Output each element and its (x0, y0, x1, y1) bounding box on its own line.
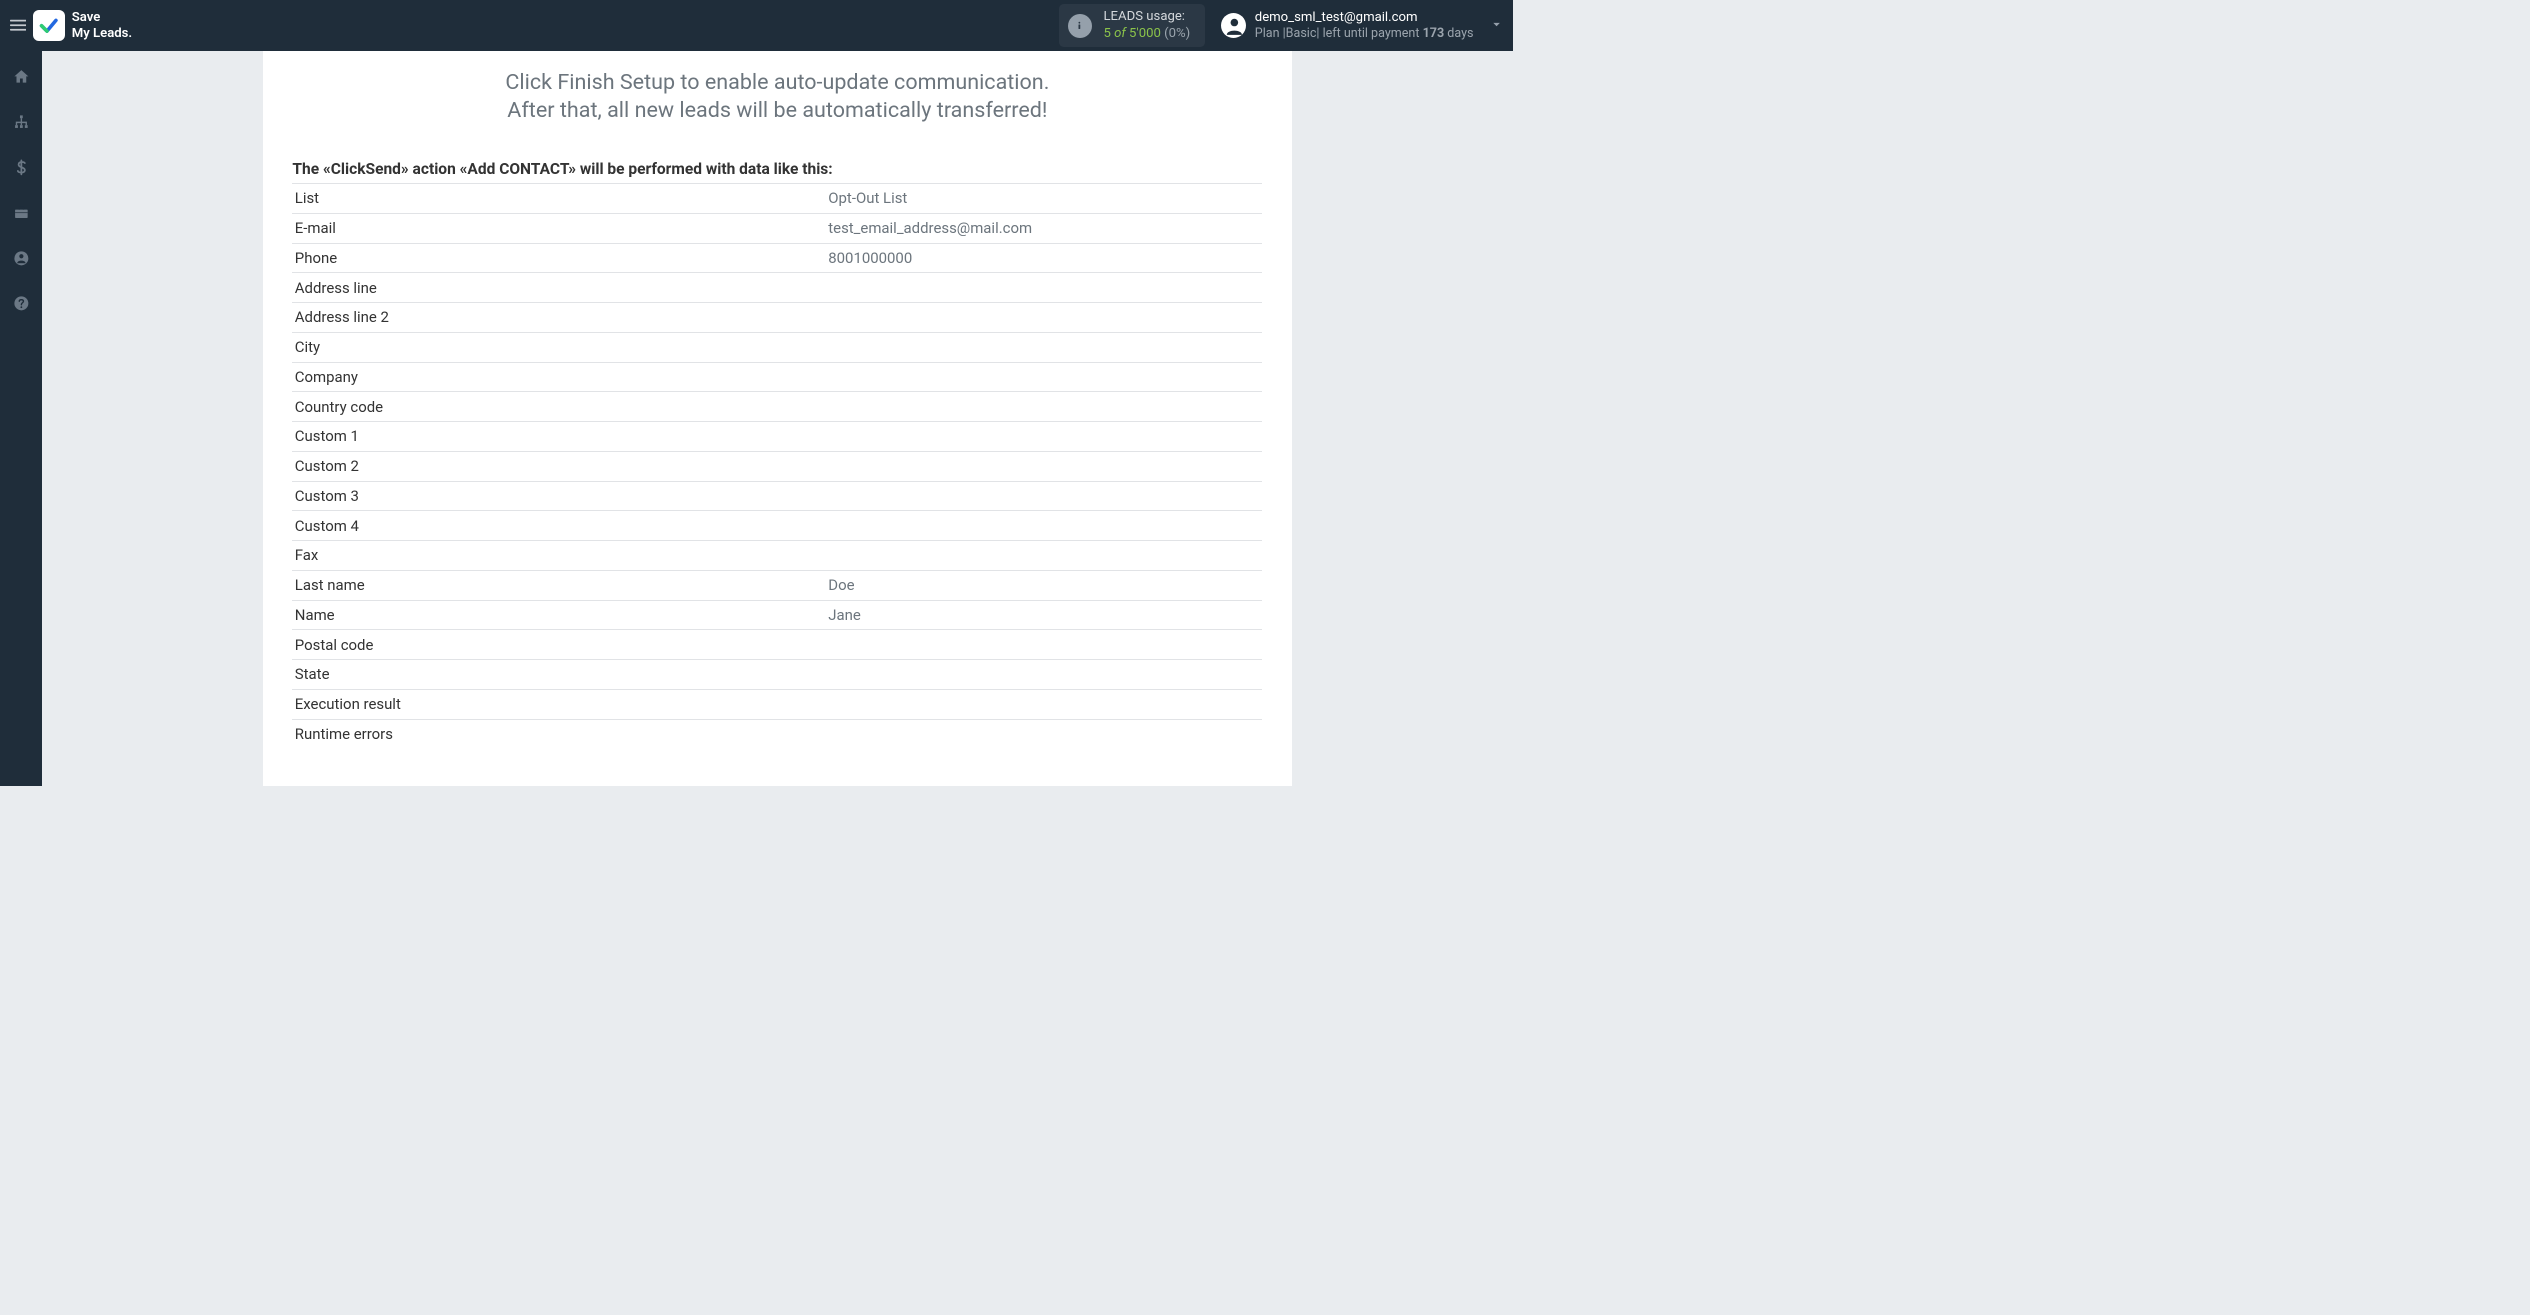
field-value (826, 719, 1263, 748)
table-row: Company (292, 362, 1262, 392)
logo-mark-icon (33, 10, 64, 41)
field-value (826, 392, 1263, 422)
table-row: Custom 2 (292, 451, 1262, 481)
field-key: Phone (292, 243, 825, 273)
field-value (826, 541, 1263, 571)
table-row: Postal code (292, 630, 1262, 660)
usage-indicator[interactable]: LEADS usage: 5 of 5'000 (0%) (1059, 4, 1204, 47)
nav-billing[interactable] (8, 154, 34, 180)
field-value (826, 689, 1263, 719)
table-row: Custom 4 (292, 511, 1262, 541)
chevron-down-icon (1490, 18, 1503, 34)
field-value (826, 362, 1263, 392)
field-value (826, 630, 1263, 660)
field-key: Address line 2 (292, 303, 825, 333)
field-value (826, 273, 1263, 303)
logo-text: Save My Leads. (72, 10, 132, 41)
sidebar (0, 51, 42, 786)
account-menu[interactable]: demo_sml_test@gmail.com Plan |Basic| lef… (1221, 10, 1503, 41)
field-key: Country code (292, 392, 825, 422)
field-value: Doe (826, 570, 1263, 600)
field-key: Execution result (292, 689, 825, 719)
hamburger-menu-button[interactable] (5, 13, 31, 39)
nav-account[interactable] (8, 245, 34, 271)
table-row: Custom 3 (292, 481, 1262, 511)
field-key: Custom 3 (292, 481, 825, 511)
account-text: demo_sml_test@gmail.com Plan |Basic| lef… (1255, 10, 1474, 41)
table-row: Runtime errors (292, 719, 1262, 748)
table-row: Country code (292, 392, 1262, 422)
table-row: Custom 1 (292, 422, 1262, 452)
field-value (826, 481, 1263, 511)
table-row: Last nameDoe (292, 570, 1262, 600)
table-row: State (292, 660, 1262, 690)
field-key: Runtime errors (292, 719, 825, 748)
field-key: Name (292, 600, 825, 630)
section-title: The «ClickSend» action «Add CONTACT» wil… (292, 160, 1262, 178)
info-icon (1068, 14, 1092, 38)
field-key: Fax (292, 541, 825, 571)
field-value (826, 451, 1263, 481)
topbar: Save My Leads. LEADS usage: 5 of 5'000 (… (0, 0, 1513, 51)
nav-home[interactable] (8, 63, 34, 89)
field-key: Custom 2 (292, 451, 825, 481)
nav-help[interactable] (8, 290, 34, 316)
field-value: 8001000000 (826, 243, 1263, 273)
table-row: ListOpt-Out List (292, 184, 1262, 214)
panel-heading: Click Finish Setup to enable auto-update… (292, 69, 1262, 124)
nav-briefcase[interactable] (8, 200, 34, 226)
table-row: Fax (292, 541, 1262, 571)
field-value: Jane (826, 600, 1263, 630)
field-value (826, 422, 1263, 452)
table-row: Address line (292, 273, 1262, 303)
field-key: Address line (292, 273, 825, 303)
field-key: Custom 4 (292, 511, 825, 541)
logo[interactable]: Save My Leads. (33, 10, 132, 41)
field-key: Postal code (292, 630, 825, 660)
setup-panel: Click Finish Setup to enable auto-update… (263, 51, 1293, 786)
content-area: Click Finish Setup to enable auto-update… (42, 51, 1513, 786)
field-key: List (292, 184, 825, 214)
field-key: State (292, 660, 825, 690)
table-row: Execution result (292, 689, 1262, 719)
field-value (826, 660, 1263, 690)
data-preview-table: ListOpt-Out ListE-mailtest_email_address… (292, 183, 1262, 748)
field-value (826, 332, 1263, 362)
avatar-icon (1221, 13, 1246, 38)
field-key: Last name (292, 570, 825, 600)
field-value: Opt-Out List (826, 184, 1263, 214)
table-row: Phone8001000000 (292, 243, 1262, 273)
field-key: E-mail (292, 213, 825, 243)
usage-text: LEADS usage: 5 of 5'000 (0%) (1103, 9, 1190, 43)
field-value (826, 303, 1263, 333)
field-key: City (292, 332, 825, 362)
field-key: Custom 1 (292, 422, 825, 452)
field-key: Company (292, 362, 825, 392)
table-row: City (292, 332, 1262, 362)
field-value (826, 511, 1263, 541)
table-row: Address line 2 (292, 303, 1262, 333)
field-value: test_email_address@mail.com (826, 213, 1263, 243)
table-row: E-mailtest_email_address@mail.com (292, 213, 1262, 243)
nav-connections[interactable] (8, 109, 34, 135)
table-row: NameJane (292, 600, 1262, 630)
